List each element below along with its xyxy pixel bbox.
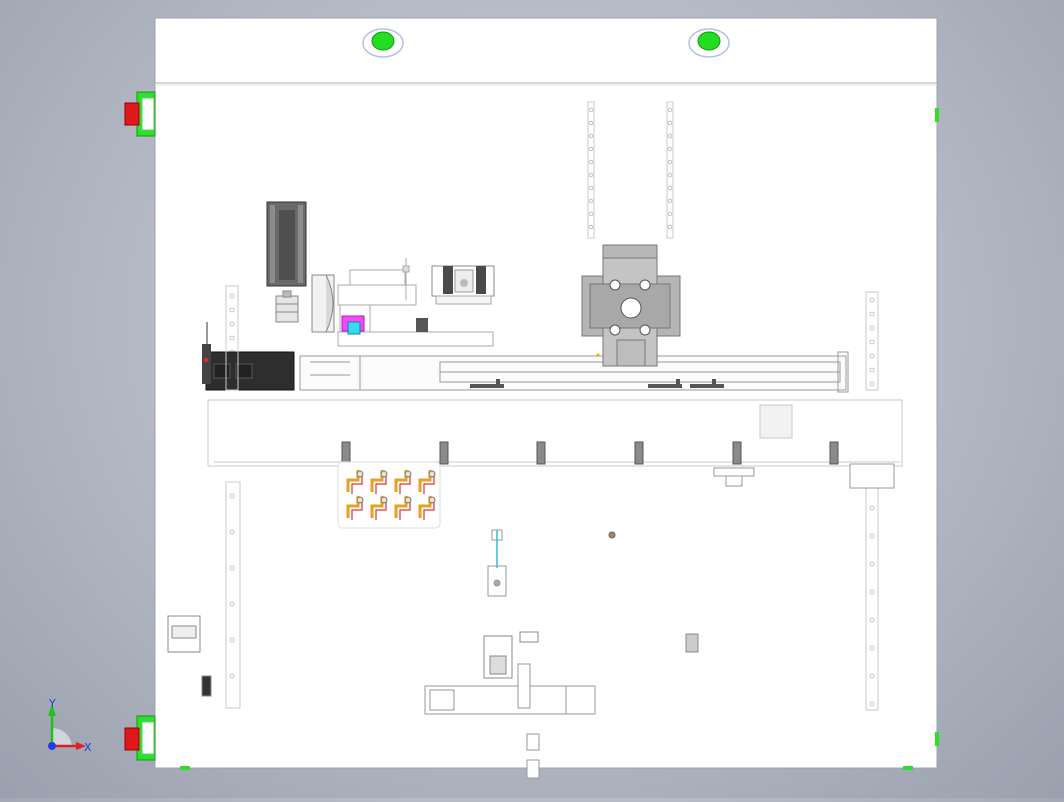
rail-hole	[229, 529, 235, 535]
cable-connector	[380, 496, 388, 504]
rail-hole	[869, 645, 875, 651]
rail-hole	[588, 198, 594, 204]
rail-hole	[869, 617, 875, 623]
rail-hole	[229, 307, 235, 313]
coupling	[275, 290, 299, 323]
rail-hole	[869, 353, 875, 359]
rail-hole	[229, 493, 235, 499]
side-bracket-bottom	[124, 715, 156, 761]
beam-post	[536, 441, 546, 465]
rail-hole	[869, 673, 875, 679]
rail-hole	[667, 159, 673, 165]
rail-hole	[869, 325, 875, 331]
rail-hole	[869, 589, 875, 595]
side-bracket-top	[124, 91, 156, 137]
rail-hole	[229, 565, 235, 571]
rail-hole	[229, 335, 235, 341]
linear-module	[299, 351, 849, 393]
beam-post	[439, 441, 449, 465]
cad-viewport[interactable]: Y X	[0, 0, 1064, 798]
rail-hole	[667, 185, 673, 191]
servo-motor[interactable]	[266, 201, 307, 287]
cable-connector	[404, 496, 412, 504]
cable-connector	[428, 496, 436, 504]
assembly-drawing: Y X	[48, 17, 939, 779]
rail-hole	[588, 185, 594, 191]
cyan-block	[347, 321, 361, 335]
beam-post	[341, 441, 351, 465]
rail-hole	[588, 120, 594, 126]
rail-hole	[869, 367, 875, 373]
coordinate-triad: Y X	[48, 697, 92, 754]
beam-post	[634, 441, 644, 465]
rail-hole	[869, 533, 875, 539]
z-axis	[48, 742, 56, 750]
gearbox	[311, 274, 335, 333]
rail-hole	[869, 701, 875, 707]
rail-hole	[869, 505, 875, 511]
beam-post	[732, 441, 742, 465]
rail-hole	[869, 381, 875, 387]
rail-hole	[667, 172, 673, 178]
y-axis-label: Y	[48, 697, 56, 710]
rail-hole	[229, 293, 235, 299]
rail-hole	[588, 224, 594, 230]
rail-hole	[229, 637, 235, 643]
x-axis-label: X	[84, 741, 92, 754]
rail-hole	[667, 107, 673, 113]
rail-hole	[869, 339, 875, 345]
rail-hole	[588, 172, 594, 178]
rail-hole	[667, 120, 673, 126]
cable-connector	[404, 470, 412, 478]
rail-hole	[588, 211, 594, 217]
rail-hole	[667, 133, 673, 139]
rail-hole	[229, 601, 235, 607]
cable-tray	[337, 461, 441, 529]
rail-hole	[667, 224, 673, 230]
rail-hole	[588, 146, 594, 152]
rail-hole	[869, 311, 875, 317]
cable-connector	[428, 470, 436, 478]
rail-hole	[588, 159, 594, 165]
rail-hole	[588, 133, 594, 139]
rail-hole	[869, 561, 875, 567]
cable-connector	[380, 470, 388, 478]
conveyor-beam	[207, 399, 903, 467]
rail-hole	[667, 211, 673, 217]
beam-post	[829, 441, 839, 465]
rail-hole	[667, 146, 673, 152]
rail-hole	[229, 321, 235, 327]
rail-hole	[229, 673, 235, 679]
bolt	[608, 531, 616, 539]
cable-connector	[356, 470, 364, 478]
rail-hole	[588, 107, 594, 113]
rail-hole	[869, 297, 875, 303]
rail-hole	[667, 198, 673, 204]
base-plate	[154, 17, 938, 769]
cable-connector	[356, 496, 364, 504]
